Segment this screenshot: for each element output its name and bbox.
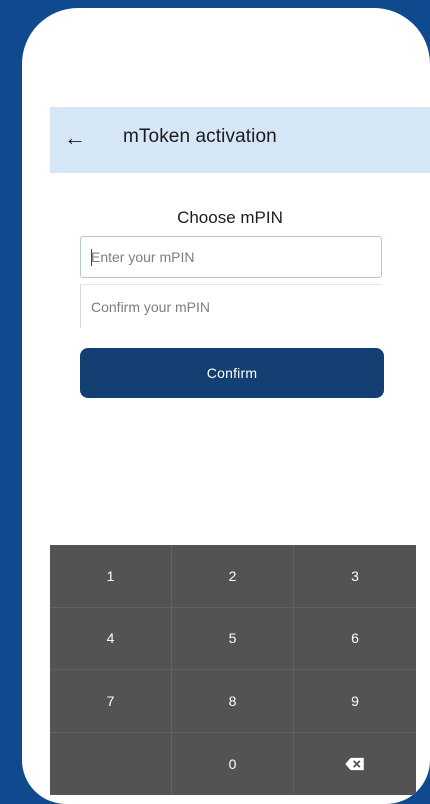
key-7[interactable]: 7 xyxy=(50,670,172,733)
key-empty xyxy=(50,732,172,795)
phone-screen: ← mToken activation Choose mPIN Confirm … xyxy=(22,8,430,804)
key-1[interactable]: 1 xyxy=(50,545,172,608)
confirm-mpin-input[interactable] xyxy=(81,285,382,328)
key-6[interactable]: 6 xyxy=(294,608,416,670)
mpin-field[interactable] xyxy=(80,236,382,278)
arrow-left-icon: ← xyxy=(64,125,86,150)
key-0[interactable]: 0 xyxy=(172,732,294,795)
key-3[interactable]: 3 xyxy=(294,545,416,608)
back-button[interactable]: ← xyxy=(64,123,94,153)
choose-mpin-heading: Choose mPIN xyxy=(177,208,283,227)
key-2[interactable]: 2 xyxy=(172,545,294,608)
key-9[interactable]: 9 xyxy=(294,670,416,733)
backspace-icon xyxy=(345,757,364,770)
confirm-mpin-field[interactable] xyxy=(80,284,382,328)
app-bar: ← mToken activation xyxy=(50,107,430,173)
backspace-key[interactable] xyxy=(294,733,416,796)
key-4[interactable]: 4 xyxy=(50,607,172,670)
key-8[interactable]: 8 xyxy=(172,670,294,733)
confirm-button[interactable]: Confirm xyxy=(80,348,384,398)
page-title: mToken activation xyxy=(123,126,277,147)
mpin-input[interactable] xyxy=(81,237,381,277)
key-5[interactable]: 5 xyxy=(172,607,294,670)
numeric-keypad: 1 2 3 4 5 6 7 8 9 0 xyxy=(50,545,416,795)
